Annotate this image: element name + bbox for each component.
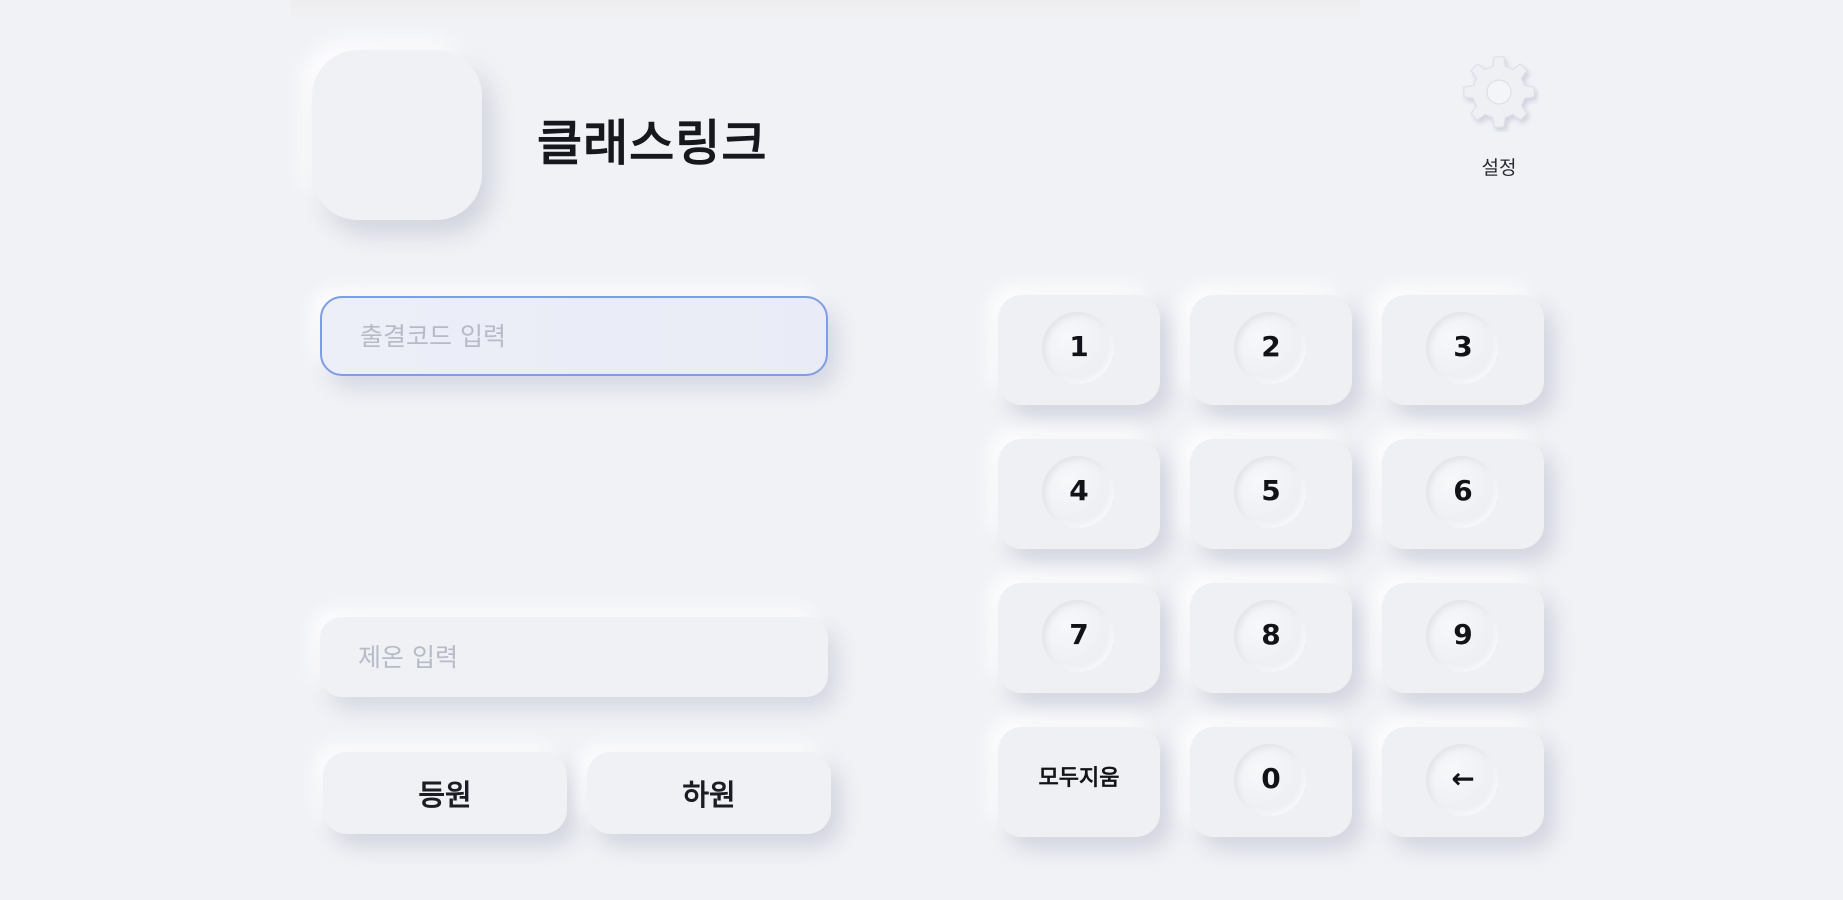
key-label: 7 [1069, 617, 1089, 651]
key-label: 5 [1261, 473, 1281, 507]
numeric-keypad: 1 2 3 4 5 6 7 8 9 모두 지움 0 ← [998, 295, 1544, 837]
gear-icon [1463, 56, 1535, 128]
app-title: 클래스링크 [537, 115, 768, 172]
barcode-field[interactable] [320, 296, 828, 376]
key-label: 8 [1261, 617, 1281, 651]
key-1[interactable]: 1 [998, 295, 1160, 405]
key-label: 6 [1453, 473, 1473, 507]
key-8[interactable]: 8 [1190, 583, 1352, 693]
clear-all-line-1: 모두 [1038, 765, 1079, 791]
backspace-icon: ← [1451, 761, 1475, 795]
barcode-input[interactable] [360, 321, 790, 351]
settings-label: 설정 [1481, 157, 1517, 179]
app-logo [312, 50, 482, 220]
top-band [290, 0, 1360, 24]
key-5[interactable]: 5 [1190, 439, 1352, 549]
check-out-button[interactable]: 하원 [587, 752, 831, 834]
key-clear-all[interactable]: 모두 지움 [998, 727, 1160, 837]
key-label: 0 [1261, 761, 1281, 795]
key-4[interactable]: 4 [998, 439, 1160, 549]
settings-button[interactable]: 설정 [1453, 48, 1545, 186]
key-label: 4 [1069, 473, 1089, 507]
name-field[interactable] [320, 617, 828, 697]
key-7[interactable]: 7 [998, 583, 1160, 693]
key-label: 9 [1453, 617, 1473, 651]
key-label: 3 [1453, 329, 1473, 363]
key-label: 2 [1261, 329, 1281, 363]
key-3[interactable]: 3 [1382, 295, 1544, 405]
key-0[interactable]: 0 [1190, 727, 1352, 837]
key-2[interactable]: 2 [1190, 295, 1352, 405]
key-label: 1 [1069, 329, 1089, 363]
key-backspace[interactable]: ← [1382, 727, 1544, 837]
check-in-button[interactable]: 등원 [323, 752, 567, 834]
clear-all-line-2: 지움 [1079, 765, 1120, 791]
kiosk-screen: 클래스링크 설정 등원 하원 1 2 3 4 5 6 7 [0, 0, 1843, 900]
clear-all-label: 모두 지움 [1039, 727, 1120, 829]
key-9[interactable]: 9 [1382, 583, 1544, 693]
key-6[interactable]: 6 [1382, 439, 1544, 549]
name-input[interactable] [358, 642, 788, 672]
